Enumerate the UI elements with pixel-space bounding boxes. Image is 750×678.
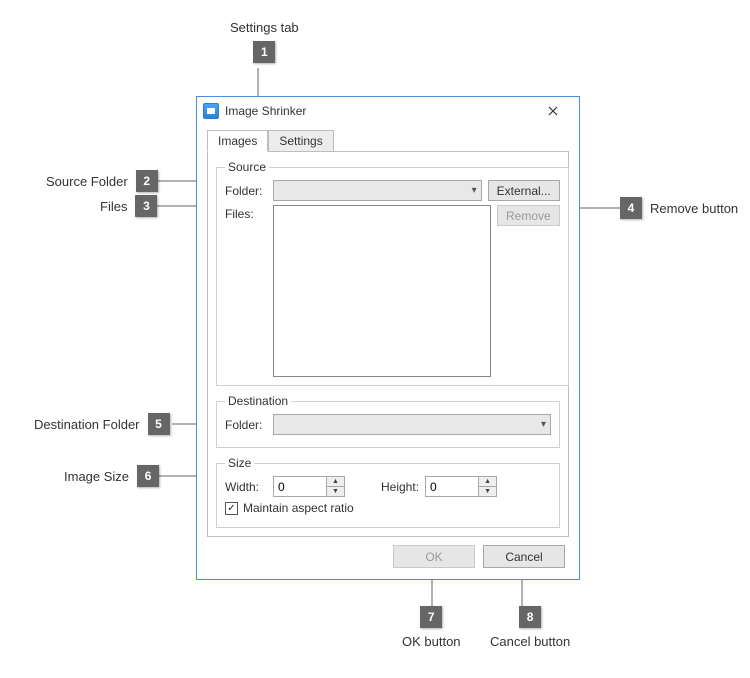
callout-6-num: 6	[137, 465, 159, 487]
callout-2-num: 2	[136, 170, 158, 192]
destination-folder-label: Folder:	[225, 418, 267, 432]
spin-up-icon[interactable]: ▲	[327, 477, 344, 487]
aspect-ratio-checkbox[interactable]: ✓ Maintain aspect ratio	[225, 501, 354, 515]
width-input[interactable]	[274, 477, 326, 496]
source-folder-combo[interactable]: ▾	[273, 180, 482, 201]
group-source: Source Folder: ▾ External... Files: Remo…	[216, 160, 569, 386]
spin-down-icon[interactable]: ▼	[479, 487, 496, 496]
dialog-footer: OK Cancel	[207, 537, 569, 568]
callout-2-label: Source Folder	[46, 174, 128, 189]
callout-3: Files 3	[100, 195, 157, 217]
callout-1-num: 1	[253, 41, 275, 63]
group-size-legend: Size	[225, 456, 254, 470]
callout-3-label: Files	[100, 199, 127, 214]
callout-4-num: 4	[620, 197, 642, 219]
files-listbox[interactable]	[273, 205, 491, 377]
group-destination-legend: Destination	[225, 394, 291, 408]
group-source-legend: Source	[225, 160, 269, 174]
callout-4-label: Remove button	[650, 201, 738, 216]
callout-7: 7 OK button	[402, 606, 461, 649]
callout-5: Destination Folder 5	[34, 413, 170, 435]
callout-8-label: Cancel button	[490, 634, 570, 649]
remove-button[interactable]: Remove	[497, 205, 560, 226]
chevron-down-icon: ▾	[541, 419, 546, 430]
callout-8: 8 Cancel button	[490, 606, 570, 649]
ok-button[interactable]: OK	[393, 545, 475, 568]
window-title: Image Shrinker	[225, 104, 533, 118]
callout-5-label: Destination Folder	[34, 417, 140, 432]
callout-2: Source Folder 2	[46, 170, 158, 192]
callout-6-label: Image Size	[64, 469, 129, 484]
tab-panel-images: Source Folder: ▾ External... Files: Remo…	[207, 151, 569, 537]
titlebar: Image Shrinker	[197, 97, 579, 125]
aspect-ratio-label: Maintain aspect ratio	[243, 501, 354, 515]
tab-strip: Images Settings	[207, 129, 569, 151]
source-folder-label: Folder:	[225, 184, 267, 198]
client-area: Images Settings Source Folder: ▾ Externa…	[197, 125, 579, 578]
height-label: Height:	[381, 480, 419, 494]
app-window: Image Shrinker Images Settings Source Fo…	[196, 96, 580, 580]
width-label: Width:	[225, 480, 267, 494]
app-icon	[203, 103, 219, 119]
destination-folder-combo[interactable]: ▾	[273, 414, 551, 435]
callout-5-num: 5	[148, 413, 170, 435]
callout-7-label: OK button	[402, 634, 461, 649]
external-button[interactable]: External...	[488, 180, 560, 201]
callout-1: Settings tab 1	[230, 20, 299, 63]
callout-8-num: 8	[519, 606, 541, 628]
tab-images[interactable]: Images	[207, 130, 268, 152]
height-input[interactable]	[426, 477, 478, 496]
cancel-button[interactable]: Cancel	[483, 545, 565, 568]
group-size: Size Width: ▲ ▼ Height:	[216, 456, 560, 528]
callout-1-label: Settings tab	[230, 20, 299, 35]
callout-4: 4 Remove button	[620, 197, 738, 219]
spin-down-icon[interactable]: ▼	[327, 487, 344, 496]
tab-settings[interactable]: Settings	[268, 130, 333, 152]
width-spinner[interactable]: ▲ ▼	[273, 476, 345, 497]
close-button[interactable]	[533, 99, 573, 123]
group-destination: Destination Folder: ▾	[216, 394, 560, 448]
height-spinner[interactable]: ▲ ▼	[425, 476, 497, 497]
callout-3-num: 3	[135, 195, 157, 217]
checkmark-icon: ✓	[225, 502, 238, 515]
callout-7-num: 7	[420, 606, 442, 628]
chevron-down-icon: ▾	[472, 185, 477, 196]
spin-up-icon[interactable]: ▲	[479, 477, 496, 487]
callout-6: Image Size 6	[64, 465, 159, 487]
source-files-label: Files:	[225, 205, 267, 221]
close-icon	[548, 106, 558, 116]
